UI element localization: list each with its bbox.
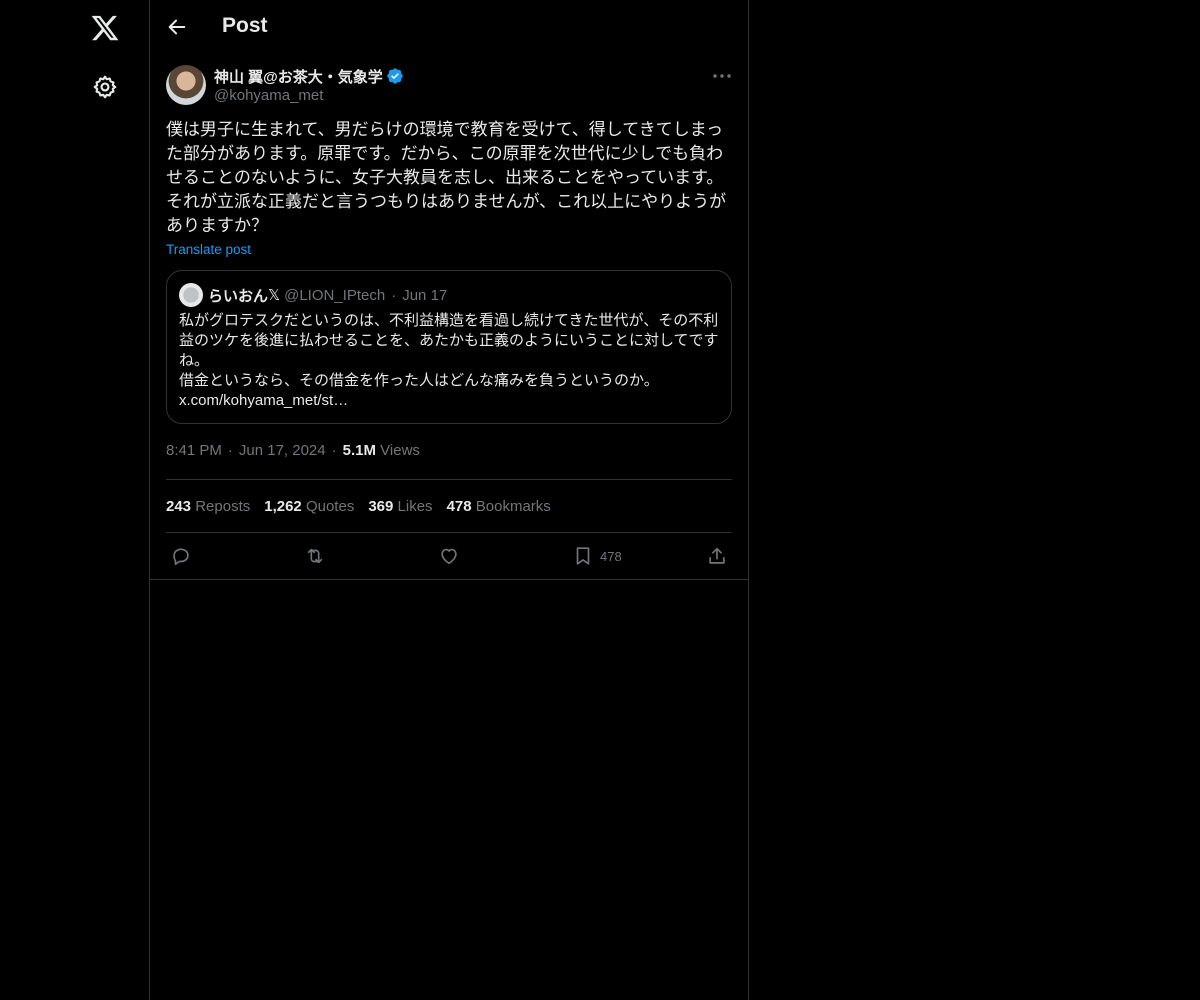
repost-icon xyxy=(307,548,323,564)
quotes-count: 1,262 xyxy=(264,497,302,515)
reposts-count: 243 xyxy=(166,497,192,515)
arrow-left-icon[interactable] xyxy=(166,16,188,38)
likes-label: Likes xyxy=(397,497,433,515)
verified-badge-icon xyxy=(387,68,403,84)
bookmarks-count: 478 xyxy=(446,497,472,515)
x-logo-icon[interactable] xyxy=(90,13,120,43)
x-badge-icon: 𝕏 xyxy=(268,287,281,304)
quoted-post-text: 私がグロテスクだというのは、不利益構造を看過し続けてきた世代が、その不利益のツケ… xyxy=(179,312,719,409)
page-header: Post xyxy=(150,0,748,54)
main-column: Post 神山 翼@お茶大・気象学 @kohyama_met 僕は男子に生まれて… xyxy=(149,0,749,1000)
quoted-author-handle: @LION_IPtech xyxy=(284,286,386,304)
quoted-post[interactable]: らいおん 𝕏 @LION_IPtech · Jun 17 私がグロテスクだという… xyxy=(166,270,732,424)
reply-button[interactable] xyxy=(170,545,192,567)
post-text: 僕は男子に生まれて、男だらけの環境で教育を受けて、得してきてしまった部分がありま… xyxy=(166,120,727,235)
sidebar xyxy=(0,0,150,1000)
bookmark-icon xyxy=(576,547,590,565)
share-button[interactable] xyxy=(706,545,728,567)
heart-icon xyxy=(441,548,457,565)
action-bar: 478 xyxy=(166,533,732,581)
like-button[interactable] xyxy=(438,545,460,567)
bookmark-button[interactable]: 478 xyxy=(572,545,622,567)
bookmark-count: 478 xyxy=(600,548,622,564)
author-row: 神山 翼@お茶大・気象学 @kohyama_met xyxy=(166,64,732,108)
bookmarks-stat[interactable]: 478 Bookmarks xyxy=(447,498,551,515)
likes-stat[interactable]: 369 Likes xyxy=(368,498,432,515)
post: 神山 翼@お茶大・気象学 @kohyama_met 僕は男子に生まれて、男だらけ… xyxy=(166,64,732,581)
post-time[interactable]: 8:41 PM xyxy=(166,442,222,459)
author-name[interactable]: 神山 翼@お茶大・気象学 xyxy=(214,66,404,87)
author-handle[interactable]: @kohyama_met xyxy=(214,87,323,104)
quoted-avatar[interactable] xyxy=(179,283,203,307)
repost-button[interactable] xyxy=(304,545,326,567)
post-meta: 8:41 PM · Jun 17, 2024 · 5.1M Views xyxy=(166,442,732,464)
translate-post-link[interactable]: Translate post xyxy=(166,242,251,257)
post-stats: 243 Reposts 1,262 Quotes 369 Likes 478 B… xyxy=(166,480,732,532)
quoted-author-name: らいおん xyxy=(208,287,269,305)
quotes-label: Quotes xyxy=(305,497,355,515)
separator-dot: · xyxy=(227,442,233,459)
gear-icon[interactable] xyxy=(92,74,118,100)
more-dots-icon[interactable] xyxy=(712,70,732,82)
reply-icon xyxy=(173,548,189,566)
page-title: Post xyxy=(222,14,268,37)
views-label: Views xyxy=(380,442,420,459)
quoted-post-header: らいおん 𝕏 @LION_IPtech · Jun 17 xyxy=(179,283,719,307)
post-date[interactable]: Jun 17, 2024 xyxy=(239,442,326,459)
divider xyxy=(150,579,748,580)
bookmarks-label: Bookmarks xyxy=(475,497,551,515)
reposts-stat[interactable]: 243 Reposts xyxy=(166,498,250,515)
avatar[interactable] xyxy=(166,65,206,105)
quotes-stat[interactable]: 1,262 Quotes xyxy=(264,498,354,515)
quoted-post-date: Jun 17 xyxy=(402,286,448,304)
author-name-text[interactable]: 神山 翼@お茶大・気象学 xyxy=(214,69,383,86)
separator-dot: · xyxy=(331,442,337,459)
views-count: 5.1M xyxy=(342,442,376,459)
separator-dot: · xyxy=(391,286,397,304)
share-icon xyxy=(709,547,725,564)
reposts-label: Reposts xyxy=(195,497,251,515)
likes-count: 369 xyxy=(368,497,394,515)
